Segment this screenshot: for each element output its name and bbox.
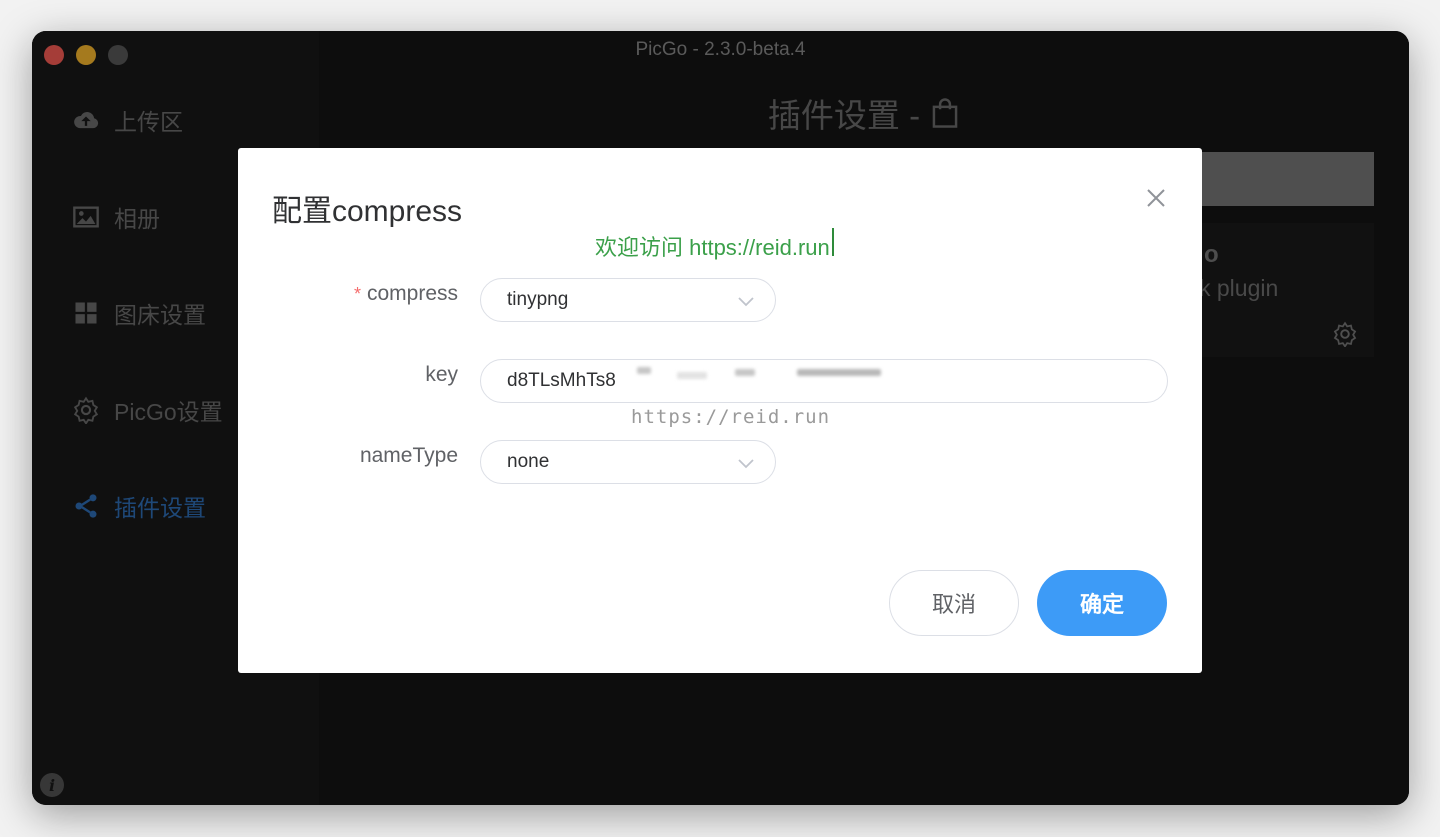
dialog-title: 配置compress (272, 195, 463, 228)
compress-select[interactable]: tinypng (480, 278, 776, 322)
redacted-text (735, 369, 755, 376)
confirm-button[interactable]: 确定 (1037, 570, 1167, 636)
config-dialog: 配置compress 欢迎访问 https://reid.run * compre… (238, 148, 1202, 673)
redacted-text (637, 367, 651, 374)
required-asterisk: * (353, 284, 361, 304)
chevron-down-icon (738, 459, 754, 469)
key-label: key (425, 363, 458, 386)
watermark-text: https://reid.run (631, 406, 831, 428)
close-icon[interactable] (1146, 188, 1166, 208)
nametype-select[interactable]: none (480, 440, 776, 484)
watermark-text: 欢迎访问 https://reid.run (595, 228, 834, 262)
key-input[interactable]: d8TLsMhTs8 (480, 359, 1168, 403)
nametype-value: none (507, 451, 550, 472)
cancel-button[interactable]: 取消 (889, 570, 1019, 636)
compress-value: tinypng (507, 289, 569, 310)
compress-label: * compress (353, 282, 458, 305)
nametype-label: nameType (359, 444, 458, 467)
redacted-text (677, 372, 707, 379)
key-value: d8TLsMhTs8 (507, 370, 616, 391)
chevron-down-icon (738, 297, 754, 307)
redacted-text (797, 369, 881, 376)
